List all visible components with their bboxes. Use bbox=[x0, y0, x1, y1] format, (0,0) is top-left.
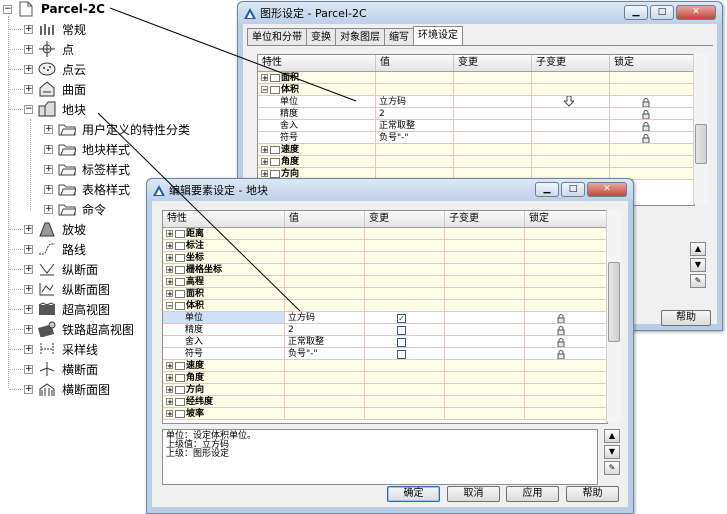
callout-lines bbox=[97, 7, 357, 312]
